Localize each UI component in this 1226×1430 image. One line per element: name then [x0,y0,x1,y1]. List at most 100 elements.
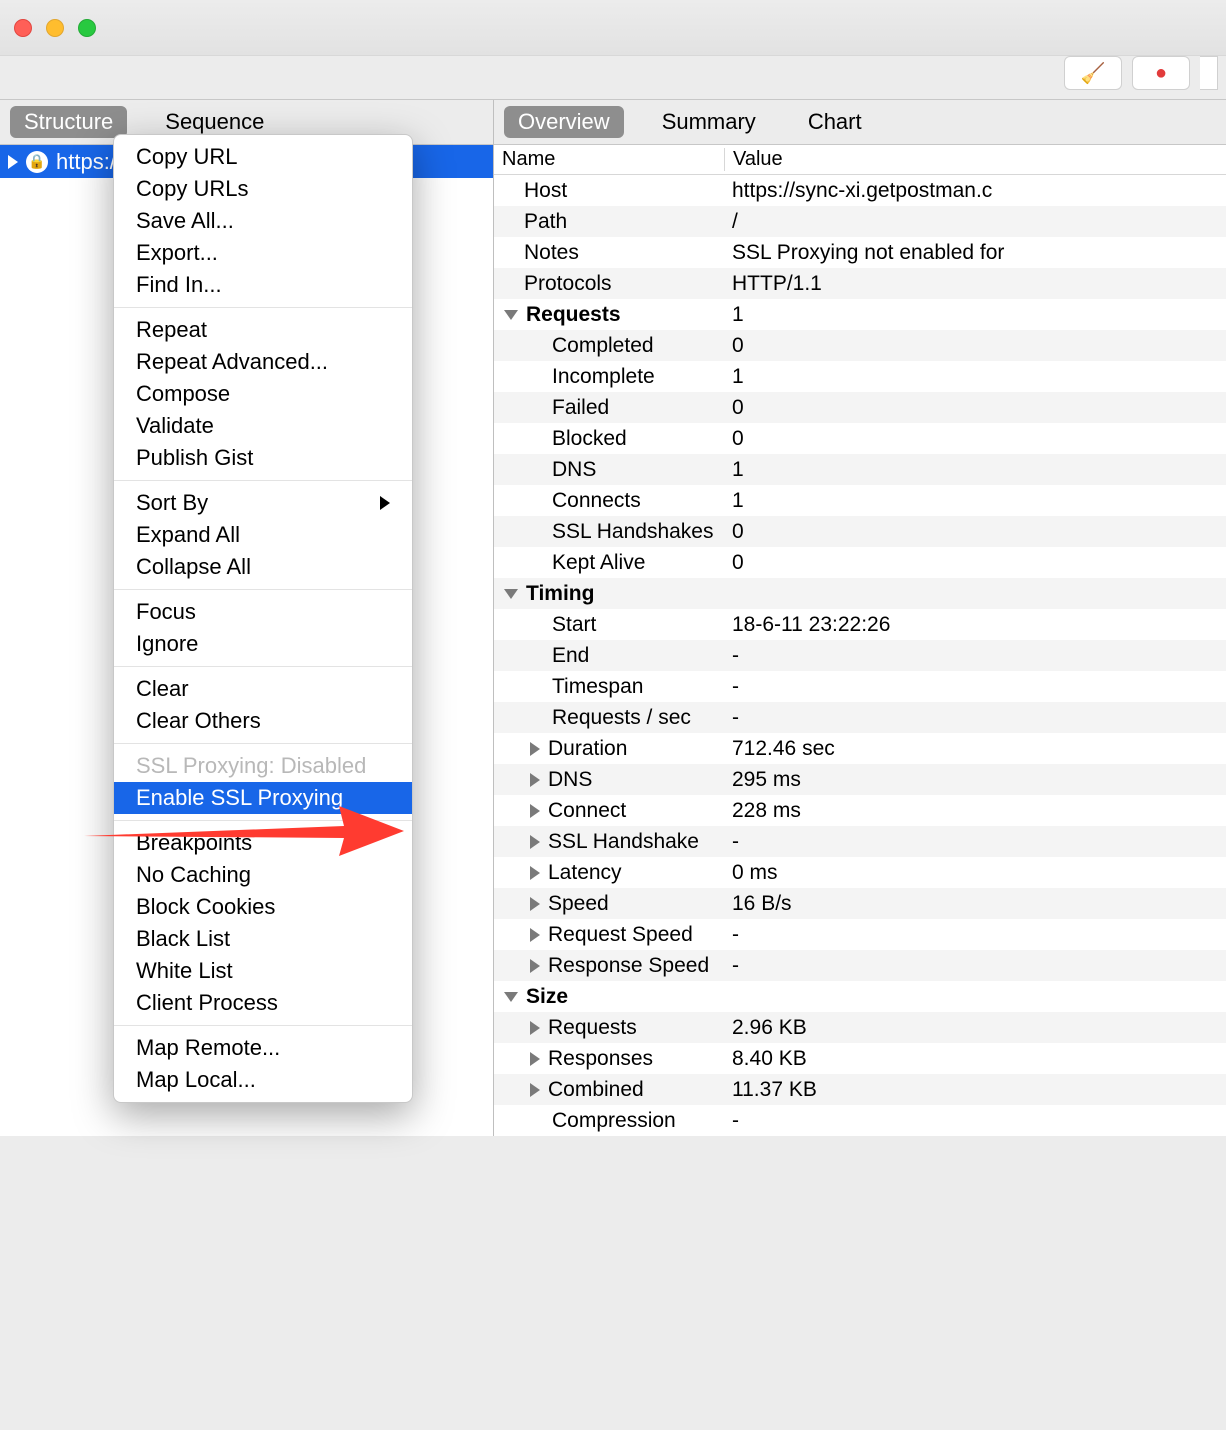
close-window-button[interactable] [14,19,32,37]
row-speed[interactable]: Speed16 B/s [494,888,1226,919]
menu-publish-gist[interactable]: Publish Gist [114,442,412,474]
disclosure-triangle-icon [8,155,18,169]
row-host[interactable]: Hosthttps://sync-xi.getpostman.c [494,175,1226,206]
structure-pane: Structure Sequence 🔒 https://sync-xi.get… [0,100,494,1136]
row-protocols[interactable]: ProtocolsHTTP/1.1 [494,268,1226,299]
menu-copy-url[interactable]: Copy URL [114,141,412,173]
row-incomplete[interactable]: Incomplete1 [494,361,1226,392]
row-request-speed[interactable]: Request Speed- [494,919,1226,950]
minimize-window-button[interactable] [46,19,64,37]
menu-export[interactable]: Export... [114,237,412,269]
menu-block-cookies[interactable]: Block Cookies [114,891,412,923]
menu-enable-ssl-proxying[interactable]: Enable SSL Proxying [114,782,412,814]
menu-map-remote[interactable]: Map Remote... [114,1032,412,1064]
row-path[interactable]: Path/ [494,206,1226,237]
row-start[interactable]: Start18-6-11 23:22:26 [494,609,1226,640]
menu-ssl-proxying-status: SSL Proxying: Disabled [114,750,412,782]
chevron-down-icon [504,992,518,1002]
group-timing[interactable]: Timing [494,578,1226,609]
menu-clear-others[interactable]: Clear Others [114,705,412,737]
row-ssl-handshake-time[interactable]: SSL Handshake- [494,826,1226,857]
chevron-right-icon [530,773,540,787]
menu-separator [114,589,412,590]
menu-breakpoints[interactable]: Breakpoints [114,827,412,859]
overview-table: Hosthttps://sync-xi.getpostman.c Path/ N… [494,175,1226,1136]
app-window: 🧹 ● Structure Sequence 🔒 https://sync-xi… [0,0,1226,1136]
group-size[interactable]: Size [494,981,1226,1012]
chevron-right-icon [530,1052,540,1066]
menu-clear[interactable]: Clear [114,673,412,705]
menu-focus[interactable]: Focus [114,596,412,628]
row-latency[interactable]: Latency0 ms [494,857,1226,888]
overview-column-headers: Name Value [494,145,1226,175]
row-ssl-handshakes[interactable]: SSL Handshakes0 [494,516,1226,547]
menu-copy-urls[interactable]: Copy URLs [114,173,412,205]
chevron-right-icon [530,1021,540,1035]
chevron-down-icon [504,589,518,599]
zoom-window-button[interactable] [78,19,96,37]
menu-client-process[interactable]: Client Process [114,987,412,1019]
row-end[interactable]: End- [494,640,1226,671]
tab-structure[interactable]: Structure [10,106,127,138]
overview-pane: Overview Summary Chart Name Value Hostht… [494,100,1226,1136]
row-blocked[interactable]: Blocked0 [494,423,1226,454]
menu-separator [114,1025,412,1026]
tab-overview[interactable]: Overview [504,106,624,138]
menu-find-in[interactable]: Find In... [114,269,412,301]
chevron-right-icon [530,959,540,973]
menu-validate[interactable]: Validate [114,410,412,442]
titlebar [0,0,1226,56]
row-connects[interactable]: Connects1 [494,485,1226,516]
row-dns[interactable]: DNS1 [494,454,1226,485]
menu-black-list[interactable]: Black List [114,923,412,955]
menu-sort-by[interactable]: Sort By [114,487,412,519]
record-button[interactable]: ● [1132,56,1190,90]
row-requests-per-sec[interactable]: Requests / sec- [494,702,1226,733]
broom-icon: 🧹 [1081,61,1106,86]
record-icon: ● [1155,62,1167,85]
row-duration[interactable]: Duration712.46 sec [494,733,1226,764]
menu-save-all[interactable]: Save All... [114,205,412,237]
submenu-arrow-icon [380,496,390,510]
group-requests[interactable]: Requests1 [494,299,1226,330]
row-size-requests[interactable]: Requests2.96 KB [494,1012,1226,1043]
right-tabbar: Overview Summary Chart [494,100,1226,145]
menu-separator [114,743,412,744]
menu-map-local[interactable]: Map Local... [114,1064,412,1096]
row-compression[interactable]: Compression- [494,1105,1226,1136]
menu-separator [114,666,412,667]
menu-white-list[interactable]: White List [114,955,412,987]
row-failed[interactable]: Failed0 [494,392,1226,423]
row-dns-time[interactable]: DNS295 ms [494,764,1226,795]
row-size-combined[interactable]: Combined11.37 KB [494,1074,1226,1105]
row-notes[interactable]: NotesSSL Proxying not enabled for [494,237,1226,268]
chevron-right-icon [530,928,540,942]
menu-expand-all[interactable]: Expand All [114,519,412,551]
menu-repeat[interactable]: Repeat [114,314,412,346]
tab-summary[interactable]: Summary [648,106,770,138]
menu-compose[interactable]: Compose [114,378,412,410]
menu-repeat-advanced[interactable]: Repeat Advanced... [114,346,412,378]
window-controls [14,19,96,37]
row-timespan[interactable]: Timespan- [494,671,1226,702]
row-response-speed[interactable]: Response Speed- [494,950,1226,981]
broom-button[interactable]: 🧹 [1064,56,1122,90]
row-size-responses[interactable]: Responses8.40 KB [494,1043,1226,1074]
menu-collapse-all[interactable]: Collapse All [114,551,412,583]
column-value[interactable]: Value [724,148,1226,171]
chevron-right-icon [530,804,540,818]
menu-separator [114,820,412,821]
chevron-down-icon [504,310,518,320]
column-name[interactable]: Name [494,148,724,171]
menu-separator [114,480,412,481]
chevron-right-icon [530,897,540,911]
toolbar-overflow[interactable] [1200,56,1218,90]
menu-ignore[interactable]: Ignore [114,628,412,660]
lock-icon: 🔒 [26,151,48,173]
chevron-right-icon [530,742,540,756]
row-completed[interactable]: Completed0 [494,330,1226,361]
row-kept-alive[interactable]: Kept Alive0 [494,547,1226,578]
menu-no-caching[interactable]: No Caching [114,859,412,891]
row-connect-time[interactable]: Connect228 ms [494,795,1226,826]
tab-chart[interactable]: Chart [794,106,876,138]
